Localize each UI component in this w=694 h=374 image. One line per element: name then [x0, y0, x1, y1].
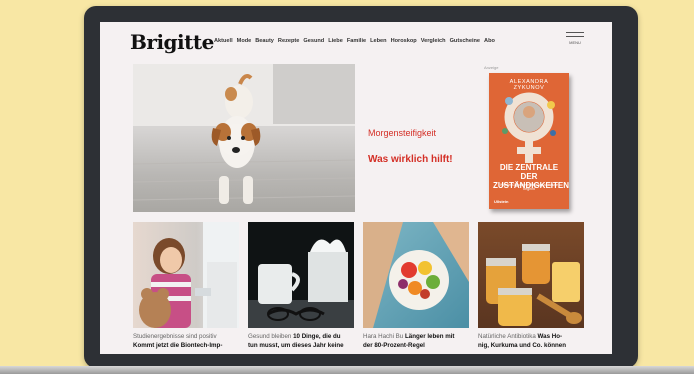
book-subtitle: Warum Gleichberechtigung zu Hause beginn… [499, 183, 559, 191]
menu-button[interactable]: MENU [566, 32, 584, 45]
article-card[interactable]: Studienergebnisse sind positiv Kommt jet… [133, 222, 239, 350]
honey-jars-photo-icon [486, 244, 582, 326]
card-caption: Studienergebnisse sind positiv Kommt jet… [133, 332, 239, 350]
menu-label: MENU [569, 40, 581, 45]
article-card[interactable]: Hara Hachi Bu Länger leben mit der 80-Pr… [363, 222, 469, 350]
card-kicker: Natürliche Antibiotika [478, 333, 536, 340]
card-caption: Gesund bleiben 10 Dinge, die du tun muss… [248, 332, 354, 350]
hamburger-icon [566, 32, 584, 33]
card-headline: Länger leben mit [404, 333, 455, 340]
card-image [363, 222, 469, 328]
site-logo[interactable]: Brigitte [130, 30, 214, 54]
ad-label: Anzeige [484, 65, 499, 70]
hero-image[interactable] [133, 64, 355, 212]
card-kicker: Gesund bleiben [248, 333, 292, 340]
card-caption: Natürliche Antibiotika Was Ho- nig, Kurk… [478, 332, 584, 350]
card-headline-line2: nig, Kurkuma und Co. können [478, 342, 566, 349]
nav-item-gutscheine[interactable]: Gutscheine [450, 38, 480, 44]
child-vaccination-photo-icon [139, 222, 239, 328]
nav-item-horoskop[interactable]: Horoskop [391, 38, 417, 44]
card-kicker: Hara Hachi Bu [363, 333, 404, 340]
book-ad[interactable]: ALEXANDRA ZYKUNOV DIE ZENTRALE DER ZUSTÄ… [489, 73, 569, 209]
card-caption: Hara Hachi Bu Länger leben mit der 80-Pr… [363, 332, 469, 350]
main-nav: Aktuell Mode Beauty Rezepte Gesund Liebe… [214, 38, 495, 44]
card-headline: Was Ho- [537, 333, 563, 340]
nav-item-mode[interactable]: Mode [237, 38, 252, 44]
book-publisher: Ullstein [494, 199, 509, 204]
fruit-plate-photo-icon [363, 222, 469, 328]
nav-item-abo[interactable]: Abo [484, 38, 495, 44]
card-headline-line2: der 80-Prozent-Regel [363, 342, 425, 349]
nav-item-gesund[interactable]: Gesund [303, 38, 324, 44]
hero-teaser[interactable]: Morgensteifigkeit [368, 128, 436, 138]
nav-item-rezepte[interactable]: Rezepte [278, 38, 299, 44]
nav-item-familie[interactable]: Familie [347, 38, 366, 44]
card-image [248, 222, 354, 328]
hero-headline[interactable]: Was wirklich hilft! [368, 154, 453, 165]
book-title-line1: DIE ZENTRALE DER [499, 163, 559, 181]
article-card[interactable]: Natürliche Antibiotika Was Ho- nig, Kurk… [478, 222, 584, 350]
card-headline: 10 Dinge, die du [293, 333, 341, 340]
nav-item-beauty[interactable]: Beauty [255, 38, 274, 44]
article-card[interactable]: Gesund bleiben 10 Dinge, die du tun muss… [248, 222, 354, 350]
card-kicker: Studienergebnisse sind positiv [133, 333, 217, 340]
nav-item-liebe[interactable]: Liebe [328, 38, 343, 44]
hamburger-icon-bar [566, 36, 584, 37]
nav-item-leben[interactable]: Leben [370, 38, 386, 44]
nav-item-aktuell[interactable]: Aktuell [214, 38, 233, 44]
dog-stretching-photo-icon [133, 64, 355, 204]
tea-tissues-photo-icon [248, 239, 354, 328]
card-image [478, 222, 584, 328]
card-headline-line2: tun musst, um dieses Jahr keine [248, 342, 344, 349]
nav-item-vergleich[interactable]: Vergleich [421, 38, 446, 44]
browser-screen: Brigitte Aktuell Mode Beauty Rezepte Ges… [100, 22, 612, 354]
card-headline: Kommt jetzt die Biontech-Imp- [133, 342, 223, 349]
laptop-base [0, 366, 694, 374]
site-header: Brigitte Aktuell Mode Beauty Rezepte Ges… [100, 22, 612, 58]
card-image [133, 222, 239, 328]
